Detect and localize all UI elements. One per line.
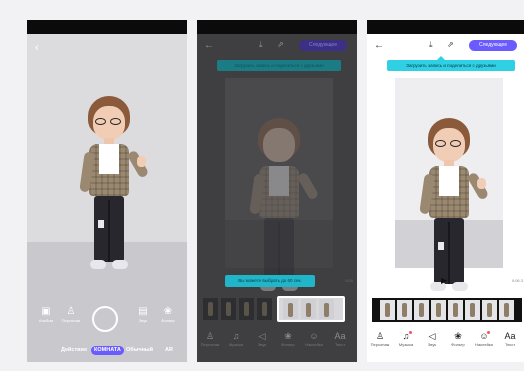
tool-label: Персонаж: [370, 342, 390, 347]
avatar-character: [239, 118, 320, 318]
sound-tool[interactable]: ◁ Звук: [251, 330, 273, 348]
editor-toolbar: ♙ Персонаж ♫ Музыка ◁ Звук ❀ Фильтр ☺ Наклейк…: [197, 330, 357, 358]
tool-label: Текст: [334, 342, 346, 347]
speaker-icon: ◁: [258, 331, 266, 341]
next-button[interactable]: Следующее: [469, 40, 517, 51]
music-icon: ♫: [232, 331, 240, 341]
album-button[interactable]: ▣ Альбом: [35, 306, 57, 324]
tool-label: Звук: [427, 342, 437, 347]
sound-icon: ▤: [138, 306, 148, 317]
play-icon[interactable]: ▶: [441, 276, 447, 285]
sound-button[interactable]: ▤ Звук: [132, 306, 154, 324]
tool-label: Наклейка: [305, 342, 323, 347]
filter-label: Фильтр: [161, 318, 175, 323]
share-icon[interactable]: ⇗: [447, 40, 454, 49]
music-tool[interactable]: ♫ Музыка: [395, 330, 417, 348]
download-icon[interactable]: ⤓: [429, 40, 433, 50]
mode-normal[interactable]: Обычный: [126, 346, 153, 355]
text-tool[interactable]: Aa Текст: [329, 330, 351, 348]
arrow-left-icon[interactable]: ←: [374, 40, 384, 51]
upload-banner: Загрузить запись и поделиться с друзьями: [387, 56, 515, 71]
filter-tool[interactable]: ❀ Фильтр: [277, 330, 299, 348]
filter-tool[interactable]: ❀ Фильтр: [447, 330, 469, 348]
tool-label: Звук: [257, 342, 267, 347]
mode-room[interactable]: КОМНАТА: [91, 346, 124, 355]
filter-icon: ❀: [163, 306, 173, 317]
share-icon[interactable]: ⇗: [277, 40, 284, 49]
character-icon: ♙: [205, 331, 215, 341]
character-icon: ♙: [375, 331, 385, 341]
notification-dot: [487, 331, 490, 334]
sticker-tool[interactable]: ☺ Наклейка: [303, 330, 325, 348]
tool-label: Персонаж: [200, 342, 220, 347]
status-bar: [27, 20, 187, 34]
trim-handle-left[interactable]: [372, 298, 378, 322]
filter-icon: ❀: [284, 331, 292, 341]
speaker-icon: ◁: [428, 331, 436, 341]
tool-label: Фильтр: [281, 342, 295, 347]
trim-tooltip: Вы можете выбрать до 60 сек.: [225, 275, 315, 287]
text-tool[interactable]: Aa Текст: [499, 330, 521, 348]
video-preview[interactable]: [395, 78, 503, 291]
trim-handle-right[interactable]: [516, 298, 522, 322]
character-button[interactable]: ♙ Персонаж: [60, 306, 82, 324]
editor-trim-screen: ← ⤓ ⇗ Следующее Загрузить запись и подел…: [197, 20, 357, 362]
chevron-left-icon[interactable]: ‹: [35, 42, 39, 54]
time-label: 0:00: [345, 278, 353, 283]
editor-screen: ← ⤓ ⇗ Следующее Загрузить запись и подел…: [367, 20, 524, 362]
video-preview[interactable]: [225, 78, 333, 291]
download-icon[interactable]: ⤓: [259, 40, 263, 50]
avatar-character: [69, 96, 150, 296]
album-icon: ▣: [41, 306, 51, 317]
status-bar: [367, 20, 524, 34]
trim-selection[interactable]: [277, 296, 345, 322]
album-label: Альбом: [38, 318, 54, 323]
arrow-left-icon[interactable]: ←: [204, 40, 214, 51]
sound-tool[interactable]: ◁ Звук: [421, 330, 443, 348]
sound-label: Звук: [138, 318, 148, 323]
character-icon: ♙: [66, 306, 76, 317]
text-icon: Aa: [504, 331, 516, 341]
mode-selector: Действие КОМНАТА Обычный AR: [27, 346, 187, 356]
mode-ar[interactable]: AR: [165, 346, 173, 355]
tool-label: Музыка: [398, 342, 414, 347]
avatar-character: [409, 118, 490, 318]
status-bar: [197, 20, 357, 34]
shutter-button[interactable]: [92, 306, 118, 332]
next-button[interactable]: Следующее: [299, 40, 347, 51]
mode-action[interactable]: Действие: [61, 346, 87, 355]
notification-dot: [409, 331, 412, 334]
camera-screen: ‹ ▣ Альбом ♙ Персонаж ▤ Звук ❀ Фильтр Де…: [27, 20, 187, 362]
duration-label: 0:06.3: [511, 278, 523, 283]
filter-button[interactable]: ❀ Фильтр: [157, 306, 179, 324]
upload-banner: Загрузить запись и поделиться с друзьями: [217, 60, 341, 71]
character-label: Персонаж: [61, 318, 81, 323]
tool-label: Текст: [504, 342, 516, 347]
filter-icon: ❀: [454, 331, 462, 341]
timeline-strip[interactable]: [372, 298, 522, 322]
text-icon: Aa: [334, 331, 346, 341]
character-tool[interactable]: ♙ Персонаж: [369, 330, 391, 348]
tool-label: Музыка: [228, 342, 244, 347]
editor-toolbar: ♙ Персонаж ♫ Музыка ◁ Звук ❀ Фильтр ☺ Наклейк…: [367, 330, 524, 358]
music-tool[interactable]: ♫ Музыка: [225, 330, 247, 348]
character-tool[interactable]: ♙ Персонаж: [199, 330, 221, 348]
tool-label: Фильтр: [451, 342, 465, 347]
tool-label: Наклейка: [475, 342, 493, 347]
sticker-tool[interactable]: ☺ Наклейка: [473, 330, 495, 348]
music-icon: ♫: [402, 331, 410, 341]
sticker-icon: ☺: [479, 331, 489, 341]
sticker-icon: ☺: [309, 331, 319, 341]
